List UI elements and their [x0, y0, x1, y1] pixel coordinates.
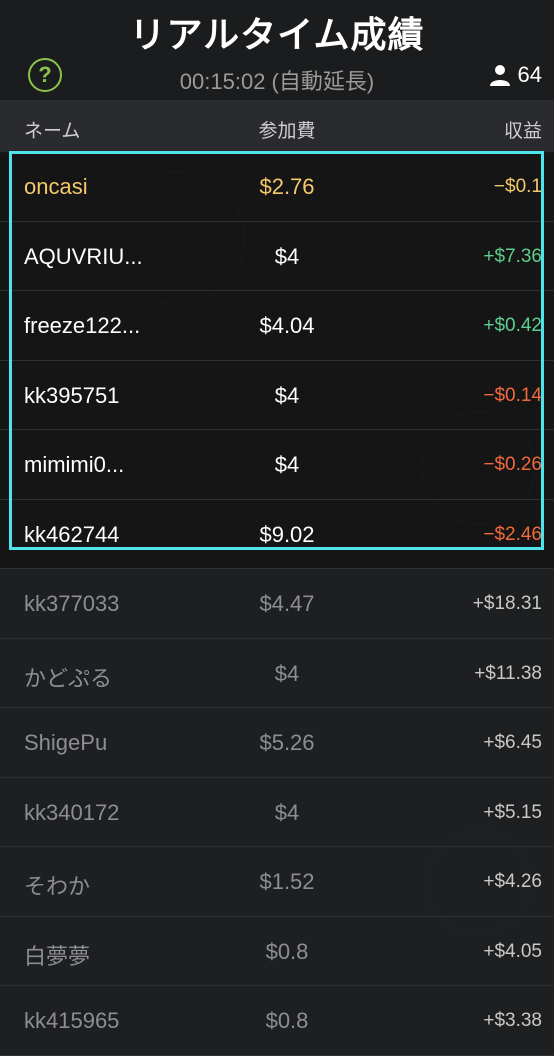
earnings-value: +$7.36	[483, 245, 542, 267]
table-row[interactable]: kk415965 $0.8 +$3.38	[0, 986, 554, 1056]
entry-fee: $1.52	[259, 869, 315, 894]
earnings-value: +$0.42	[483, 315, 542, 336]
entry-fee: $5.26	[259, 730, 315, 755]
earnings-value: −$0.26	[483, 454, 542, 475]
entry-fee: $2.76	[259, 174, 315, 199]
table-row[interactable]: kk395751 $4 −$0.14	[0, 360, 554, 430]
entry-fee: $0.8	[265, 938, 309, 964]
table-row[interactable]: ShigePu $5.26 +$6.45	[0, 708, 554, 778]
person-icon	[488, 63, 512, 87]
table-row[interactable]: mimimi0... $4 −$0.26	[0, 430, 554, 500]
table-row[interactable]: kk377033 $4.47 +$18.31	[0, 569, 554, 639]
tournament-timer: 00:15:02 (自動延長)	[179, 69, 375, 94]
earnings-value: +$6.45	[483, 732, 542, 753]
table-row[interactable]: oncasi $2.76 −$0.1	[0, 152, 554, 222]
entry-fee: $4.47	[259, 591, 315, 616]
earnings-value: −$0.14	[483, 384, 542, 406]
player-count: 64	[488, 62, 542, 88]
entry-fee: $4	[274, 660, 300, 686]
column-fee: 参加費	[258, 121, 316, 142]
earnings-value: +$5.15	[483, 801, 542, 823]
entry-fee: $4.04	[259, 313, 315, 338]
table-row[interactable]: kk462744 $9.02 −$2.46	[0, 499, 554, 569]
player-count-value: 64	[517, 62, 542, 87]
entry-fee: $0.8	[265, 1008, 309, 1033]
earnings-value: +$3.38	[483, 1010, 542, 1031]
table-row[interactable]: AQUVRIU... $4 +$7.36	[0, 221, 554, 291]
earnings-value: −$2.46	[483, 523, 542, 545]
entry-fee: $4	[274, 382, 300, 408]
entry-fee: $4	[274, 452, 300, 477]
entry-fee: $4	[274, 243, 300, 269]
entry-fee: $9.02	[259, 521, 315, 547]
table-row[interactable]: そわか $1.52 +$4.26	[0, 847, 554, 917]
earnings-value: +$4.26	[483, 871, 542, 892]
page-title: リアルタイム成績	[129, 14, 425, 55]
entry-fee: $4	[274, 799, 300, 825]
table-header: ネーム 参加費 収益	[0, 100, 554, 153]
column-earnings: 収益	[503, 121, 542, 142]
header: リアルタイム成績 ? 00:15:02 (自動延長) 64	[0, 0, 554, 100]
table-row[interactable]: かどぷる $4 +$11.38	[0, 638, 554, 708]
results-table[interactable]: oncasi $2.76 −$0.1 AQUVRIU... $4 +$7.36 freeze…	[0, 152, 554, 1056]
table-row[interactable]: 白夢夢 $0.8 +$4.05	[0, 916, 554, 986]
earnings-value: +$4.05	[483, 940, 542, 962]
table-row[interactable]: freeze122... $4.04 +$0.42	[0, 291, 554, 361]
table-row[interactable]: kk340172 $4 +$5.15	[0, 777, 554, 847]
earnings-value: −$0.1	[493, 176, 542, 197]
earnings-value: +$11.38	[474, 662, 542, 684]
earnings-value: +$18.31	[472, 593, 542, 614]
